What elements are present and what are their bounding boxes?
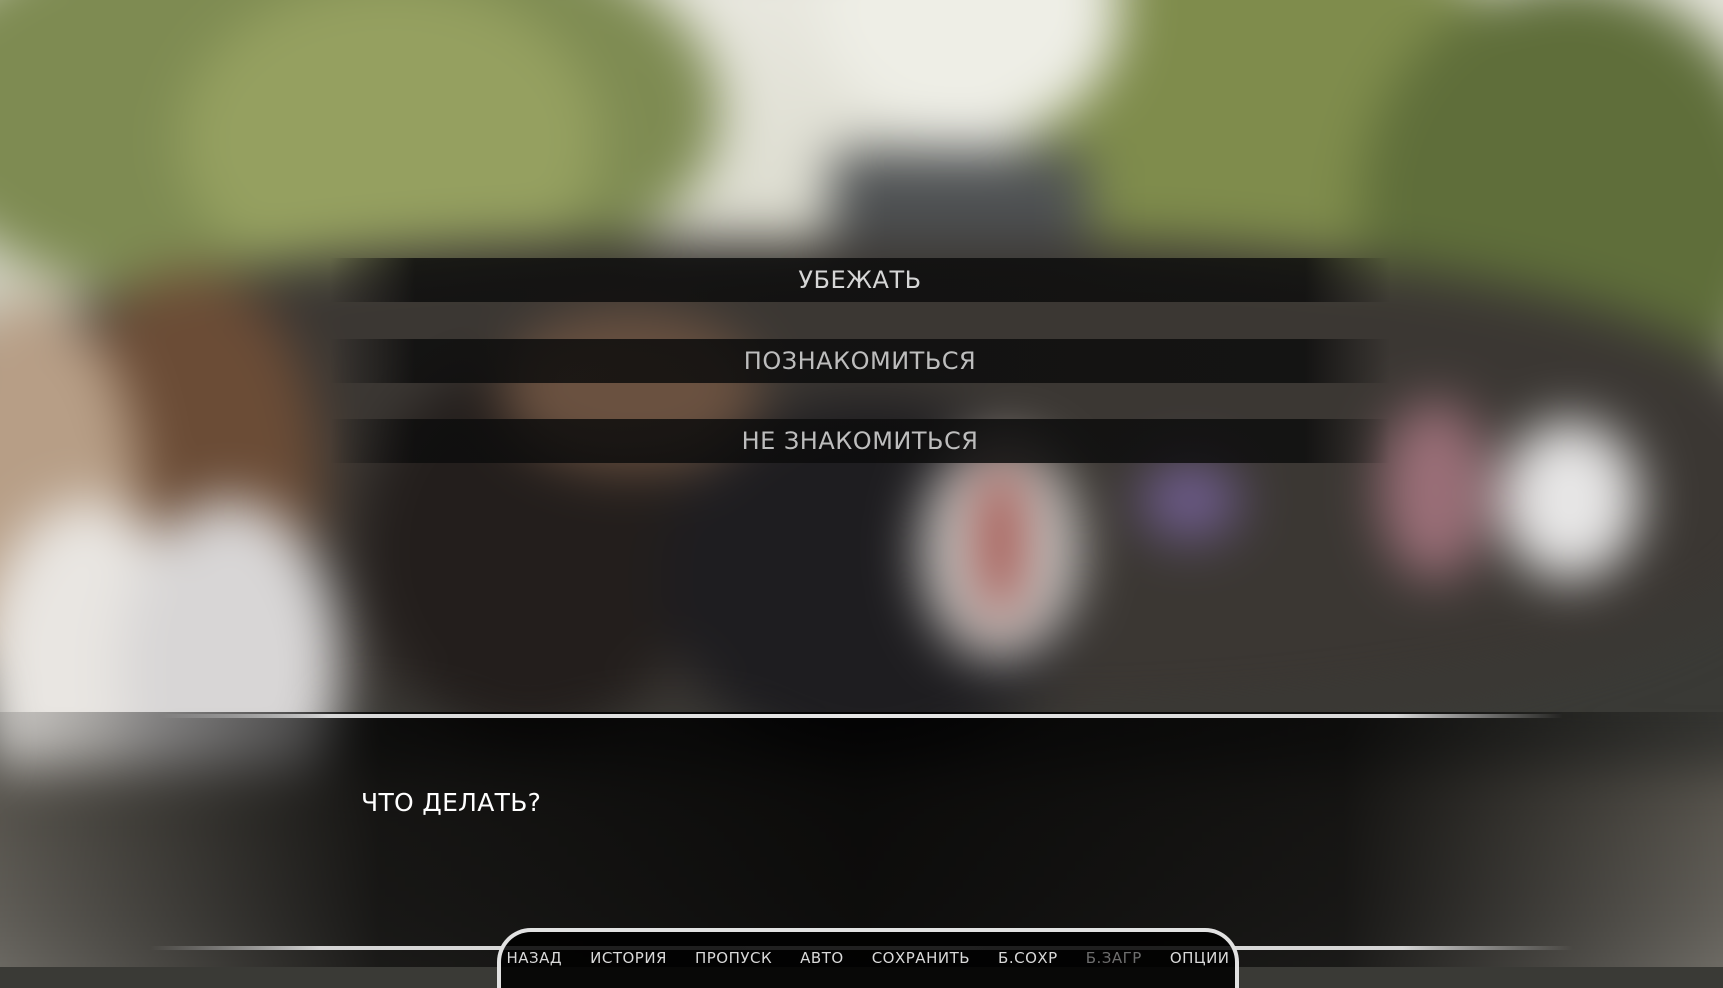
quick-menu-back-button[interactable]: НАЗАД — [506, 949, 562, 967]
choice-label: УБЕЖАТЬ — [798, 266, 922, 294]
quick-menu-options-button[interactable]: ОПЦИИ — [1170, 949, 1230, 967]
dialogue-text: ЧТО ДЕЛАТЬ? — [361, 788, 542, 817]
quick-menu-quick-save-button[interactable]: Б.СОХР — [998, 949, 1058, 967]
choice-button-run-away[interactable]: УБЕЖАТЬ — [330, 258, 1390, 302]
quick-menu-quick-load-button[interactable]: Б.ЗАГР — [1086, 949, 1142, 967]
quick-menu-auto-button[interactable]: АВТО — [800, 949, 844, 967]
quick-menu-skip-button[interactable]: ПРОПУСК — [695, 949, 772, 967]
quick-menu: НАЗАД ИСТОРИЯ ПРОПУСК АВТО СОХРАНИТЬ Б.С… — [497, 928, 1239, 988]
choice-button-get-acquainted[interactable]: ПОЗНАКОМИТЬСЯ — [330, 339, 1390, 383]
choice-button-do-not-get-acquainted[interactable]: НЕ ЗНАКОМИТЬСЯ — [330, 419, 1390, 463]
choice-label: НЕ ЗНАКОМИТЬСЯ — [741, 427, 979, 455]
quick-menu-save-button[interactable]: СОХРАНИТЬ — [872, 949, 970, 967]
quick-menu-history-button[interactable]: ИСТОРИЯ — [590, 949, 667, 967]
choice-label: ПОЗНАКОМИТЬСЯ — [743, 347, 977, 375]
dialogue-box-top-border — [160, 714, 1563, 718]
